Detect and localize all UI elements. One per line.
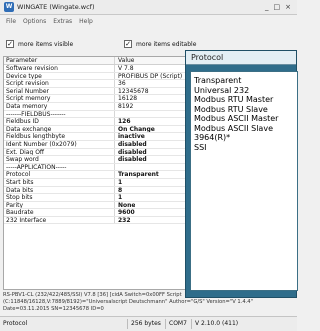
- param-name: Swap word: [4, 156, 115, 163]
- param-value: disabled: [118, 148, 147, 156]
- section-label: -----APPLICATION-----: [4, 163, 115, 171]
- protocol-listbox[interactable]: Transparent Universal 232 Modbus RTU Mas…: [190, 71, 298, 291]
- window-controls: _ □ ×: [265, 3, 291, 11]
- param-name: Fieldbus ID: [4, 118, 115, 125]
- param-name: Serial Number: [4, 87, 115, 95]
- status-version: V 2.10.0 (411): [195, 320, 239, 327]
- status-size: 256 bytes: [128, 319, 166, 329]
- header-value[interactable]: Value: [115, 57, 134, 64]
- param-value: [115, 164, 118, 171]
- param-name: Stop bits: [4, 194, 115, 201]
- param-name: Baudrate: [4, 209, 115, 216]
- param-name: Ext. Diag Off: [4, 148, 115, 156]
- protocol-option[interactable]: Modbus ASCII Slave: [191, 124, 297, 134]
- protocol-option[interactable]: Modbus RTU Master: [191, 95, 297, 105]
- param-value: V 7.8: [118, 65, 134, 72]
- app-icon: W: [4, 2, 14, 12]
- checkmark-icon: ✓: [6, 40, 14, 48]
- param-value: 1: [118, 194, 123, 201]
- protocol-option[interactable]: Modbus RTU Slave: [191, 105, 297, 115]
- info-line: (C:11848/16128,V:7889/8192)="Universalsc…: [3, 299, 253, 305]
- param-value: 36: [118, 80, 126, 87]
- close-button[interactable]: ×: [285, 3, 291, 11]
- options-row: ✓ more items visible ✓ more items editab…: [6, 39, 286, 49]
- more-items-editable-checkbox[interactable]: ✓ more items editable: [124, 40, 196, 48]
- param-name: Protocol: [4, 171, 115, 178]
- param-name: Parity: [4, 201, 115, 209]
- more-items-visible-label: more items visible: [18, 40, 74, 48]
- param-name: Script memory: [4, 95, 115, 102]
- protocol-popup: Protocol Transparent Universal 232 Modbu…: [185, 50, 298, 298]
- checkmark-icon: ✓: [124, 40, 132, 48]
- param-value: 16128: [118, 95, 138, 102]
- param-name: Data exchange: [4, 125, 115, 133]
- window-title: WINGATE (Wingate.wcf): [17, 3, 95, 11]
- popup-title: Protocol: [186, 51, 296, 65]
- param-value: 126: [118, 118, 131, 125]
- param-value: 8: [118, 186, 123, 194]
- menu-bar: File Options Extras Help: [0, 15, 297, 27]
- maximize-button[interactable]: □: [274, 3, 281, 11]
- param-name: Ident Number (0x2079): [4, 140, 115, 148]
- section-label: -------FIELDBUS-------: [4, 110, 115, 118]
- protocol-option[interactable]: Universal 232: [191, 86, 297, 96]
- menu-extras[interactable]: Extras: [53, 18, 72, 25]
- menu-help[interactable]: Help: [79, 18, 93, 25]
- protocol-option[interactable]: Modbus ASCII Master: [191, 114, 297, 124]
- param-name: Script revision: [4, 80, 115, 87]
- param-value: [115, 111, 118, 118]
- param-value: None: [118, 201, 136, 209]
- param-value: disabled: [118, 156, 147, 163]
- param-value: Transparent: [118, 171, 159, 178]
- param-name: Data memory: [4, 102, 115, 110]
- param-value: On Change: [118, 125, 155, 133]
- param-value: 1: [118, 178, 123, 186]
- status-port: COM7: [166, 319, 192, 329]
- param-name: Device type: [4, 72, 115, 80]
- param-value: 12345678: [118, 87, 149, 95]
- status-bar: Protocol 256 bytes COM7 V 2.10.0 (411): [0, 316, 297, 331]
- param-value: 8192: [118, 102, 134, 110]
- menu-options[interactable]: Options: [23, 18, 46, 25]
- protocol-option[interactable]: Transparent: [191, 76, 297, 86]
- info-line: Date=03.11.2015 SN=12345678 ID=0: [3, 306, 104, 312]
- title-bar: W WINGATE (Wingate.wcf) _ □ ×: [0, 0, 297, 15]
- param-name: Start bits: [4, 178, 115, 186]
- minimize-button[interactable]: _: [265, 3, 269, 11]
- more-items-editable-label: more items editable: [136, 40, 197, 48]
- protocol-option[interactable]: SSI: [191, 143, 297, 153]
- menu-file[interactable]: File: [6, 18, 16, 25]
- param-name: Fieldbus lengthbyte: [4, 133, 115, 140]
- status-protocol: Protocol: [0, 319, 128, 329]
- param-value: disabled: [118, 140, 147, 148]
- more-items-visible-checkbox[interactable]: ✓ more items visible: [6, 40, 73, 48]
- param-name: 232 Interface: [4, 216, 115, 224]
- param-name: Data bits: [4, 186, 115, 194]
- param-name: Software revision: [4, 65, 115, 72]
- protocol-option[interactable]: 3964(R)*: [191, 133, 297, 143]
- param-value: 232: [118, 216, 131, 224]
- param-value: inactive: [118, 133, 145, 140]
- param-value: 9600: [118, 209, 135, 216]
- header-parameter[interactable]: Parameter: [4, 57, 115, 64]
- param-value: PROFIBUS DP (Script): [118, 72, 183, 80]
